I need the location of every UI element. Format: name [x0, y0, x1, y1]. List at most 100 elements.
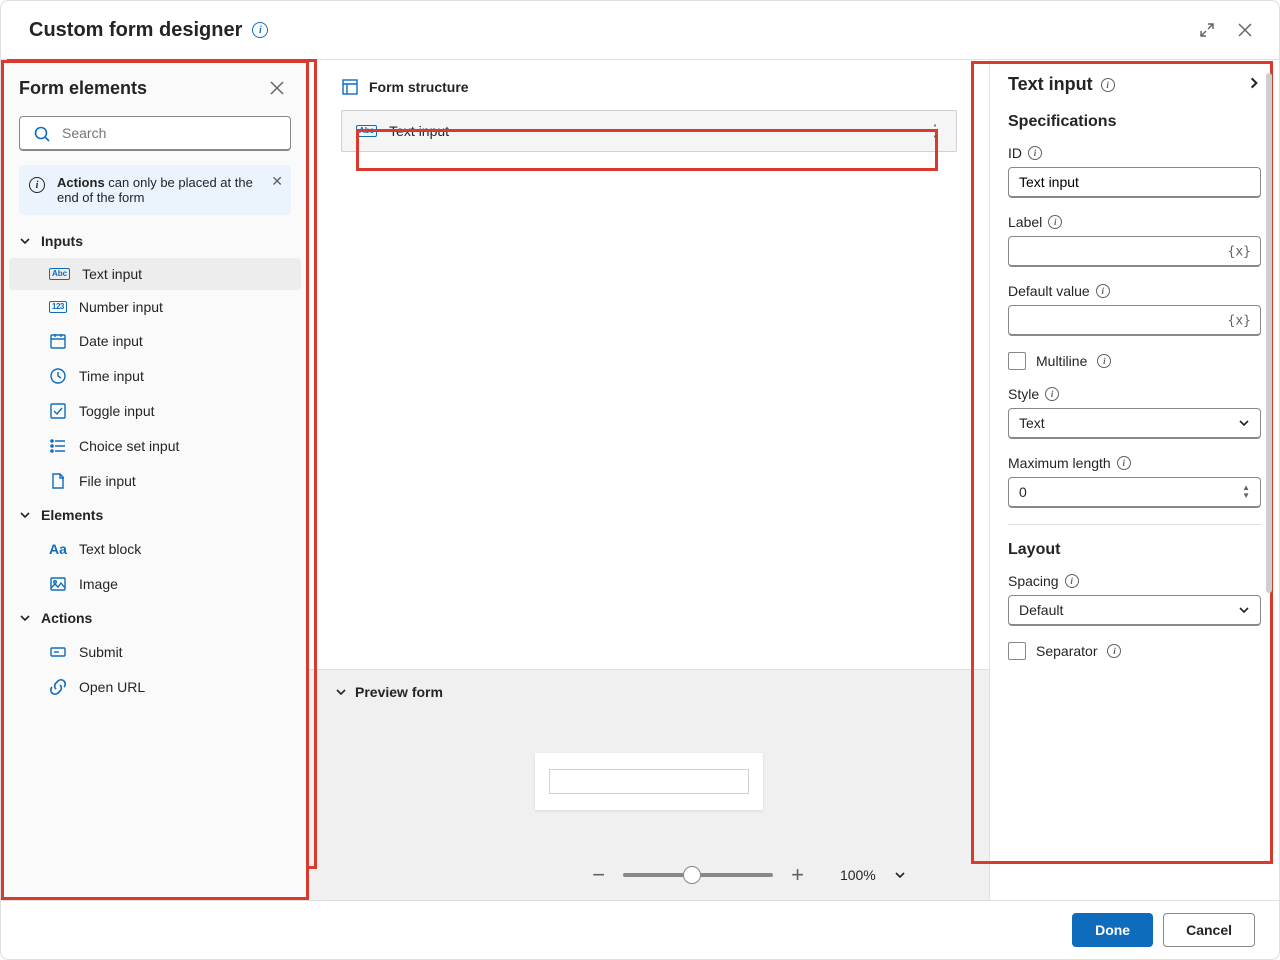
- variable-picker-icon[interactable]: {x}: [1224, 311, 1255, 330]
- item-label: Time input: [79, 368, 144, 384]
- expand-icon[interactable]: [1193, 16, 1221, 44]
- field-spacing: Spacing i Default: [1008, 573, 1261, 626]
- stepper-icon[interactable]: ▲▼: [1242, 484, 1250, 500]
- zoom-slider[interactable]: [623, 873, 773, 877]
- cancel-button[interactable]: Cancel: [1163, 913, 1255, 947]
- info-icon[interactable]: i: [1101, 78, 1115, 92]
- style-value: Text: [1019, 415, 1045, 431]
- chevron-down-icon: [1238, 604, 1250, 616]
- item-label: Number input: [79, 299, 163, 315]
- separator-checkbox[interactable]: [1008, 642, 1026, 660]
- field-maxlen: Maximum length i 0 ▲▼: [1008, 455, 1261, 508]
- structure-row-text-input[interactable]: Abc Text input ⋮: [341, 110, 957, 152]
- properties-panel: Text input i Specifications IDi Labeli {…: [989, 60, 1279, 900]
- text-input-icon: Abc: [356, 125, 377, 137]
- dismiss-banner-icon[interactable]: ✕: [271, 173, 283, 190]
- chevron-down-icon: [19, 612, 31, 624]
- dialog-header: Custom form designer i: [1, 1, 1279, 59]
- spacing-select[interactable]: Default: [1008, 595, 1261, 626]
- zoom-label: 100%: [840, 867, 876, 883]
- zoom-out-button[interactable]: −: [592, 864, 605, 886]
- group-elements[interactable]: Elements: [9, 499, 301, 531]
- form-elements-panel: Form elements i Actions can only be plac…: [1, 60, 309, 900]
- chevron-down-icon: [19, 235, 31, 247]
- link-icon: [49, 678, 67, 696]
- item-date-input[interactable]: Date input: [9, 324, 301, 358]
- item-label: Submit: [79, 644, 123, 660]
- preview-title: Preview form: [355, 684, 443, 700]
- item-file-input[interactable]: File input: [9, 464, 301, 498]
- chevron-right-icon[interactable]: [1247, 74, 1261, 95]
- item-toggle-input[interactable]: Toggle input: [9, 394, 301, 428]
- zoom-in-button[interactable]: +: [791, 864, 804, 886]
- style-select[interactable]: Text: [1008, 408, 1261, 439]
- default-label: Default value: [1008, 283, 1090, 299]
- item-label: File input: [79, 473, 136, 489]
- group-actions-label: Actions: [41, 610, 92, 626]
- item-open-url[interactable]: Open URL: [9, 670, 301, 704]
- field-default-value: Default value i {x}: [1008, 283, 1261, 336]
- item-label: Text input: [82, 266, 142, 282]
- close-icon[interactable]: [1231, 16, 1259, 44]
- item-text-block[interactable]: Aa Text block: [9, 532, 301, 566]
- group-inputs[interactable]: Inputs: [9, 225, 301, 257]
- item-time-input[interactable]: Time input: [9, 359, 301, 393]
- info-icon[interactable]: i: [1028, 146, 1042, 160]
- chevron-down-icon: [335, 686, 347, 698]
- info-icon[interactable]: i: [1065, 574, 1079, 588]
- properties-title-row: Text input i: [1008, 74, 1261, 95]
- form-structure-area: Form structure Abc Text input ⋮: [309, 60, 989, 669]
- item-label: Date input: [79, 333, 143, 349]
- variable-picker-icon[interactable]: {x}: [1224, 242, 1255, 261]
- maxlen-input[interactable]: 0 ▲▼: [1008, 477, 1261, 508]
- group-actions[interactable]: Actions: [9, 602, 301, 634]
- divider: [1008, 524, 1261, 525]
- preview-area: Preview form − + 100%: [309, 669, 989, 900]
- label-label: Label: [1008, 214, 1042, 230]
- item-label: Open URL: [79, 679, 145, 695]
- item-text-input[interactable]: Abc Text input: [9, 258, 301, 290]
- item-label: Text block: [79, 541, 141, 557]
- preview-text-input[interactable]: [549, 769, 749, 794]
- info-icon[interactable]: i: [1117, 456, 1131, 470]
- preview-header[interactable]: Preview form: [329, 684, 969, 706]
- item-image[interactable]: Image: [9, 567, 301, 601]
- item-submit[interactable]: Submit: [9, 635, 301, 669]
- item-label: Choice set input: [79, 438, 179, 454]
- field-style: Stylei Text: [1008, 386, 1261, 439]
- multiline-label: Multiline: [1036, 353, 1087, 369]
- form-structure-header: Form structure: [341, 78, 957, 110]
- search-input[interactable]: [19, 116, 291, 151]
- chevron-down-icon: [1238, 417, 1250, 429]
- item-label: Image: [79, 576, 118, 592]
- more-icon[interactable]: ⋮: [927, 121, 942, 141]
- spacing-label: Spacing: [1008, 573, 1059, 589]
- text-block-icon: Aa: [49, 540, 67, 558]
- custom-form-designer-dialog: Custom form designer i Form elements i: [0, 0, 1280, 960]
- info-icon[interactable]: i: [1096, 284, 1110, 298]
- scrollbar[interactable]: [1266, 73, 1272, 593]
- maxlen-label: Maximum length: [1008, 455, 1111, 471]
- close-panel-icon[interactable]: [263, 74, 291, 102]
- center-panel: Form structure Abc Text input ⋮ Preview …: [309, 60, 989, 900]
- file-icon: [49, 472, 67, 490]
- preview-card: [535, 753, 763, 810]
- chevron-down-icon[interactable]: [894, 869, 906, 881]
- info-icon[interactable]: i: [252, 22, 268, 38]
- done-button[interactable]: Done: [1072, 913, 1153, 947]
- multiline-checkbox[interactable]: [1008, 352, 1026, 370]
- submit-icon: [49, 643, 67, 661]
- info-icon[interactable]: i: [1045, 387, 1059, 401]
- id-input[interactable]: [1008, 167, 1261, 198]
- info-icon[interactable]: i: [1107, 644, 1121, 658]
- info-icon[interactable]: i: [1097, 354, 1111, 368]
- dialog-footer: Done Cancel: [1, 900, 1279, 959]
- item-label: Toggle input: [79, 403, 155, 419]
- form-elements-header: Form elements: [1, 60, 309, 112]
- zoom-slider-thumb[interactable]: [683, 866, 701, 884]
- info-icon[interactable]: i: [1048, 215, 1062, 229]
- item-choice-set-input[interactable]: Choice set input: [9, 429, 301, 463]
- style-label: Style: [1008, 386, 1039, 402]
- item-number-input[interactable]: 123 Number input: [9, 291, 301, 323]
- group-elements-label: Elements: [41, 507, 103, 523]
